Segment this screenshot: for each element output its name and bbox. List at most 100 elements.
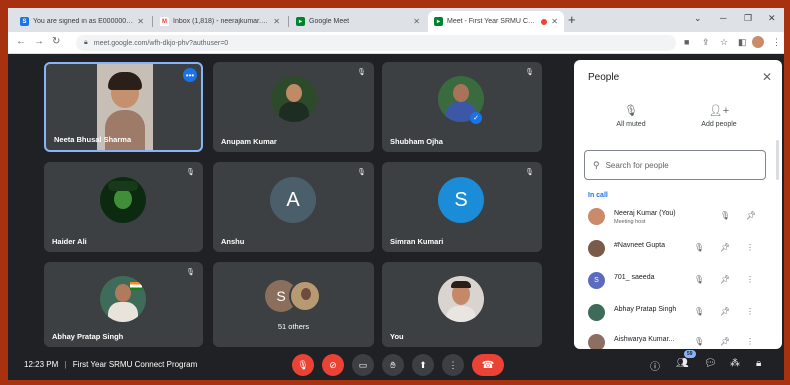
- participant-row[interactable]: Abhay Pratap Singh 🎙︎ 📌︎ ⋮: [574, 302, 782, 324]
- lock-icon: 🔒︎: [84, 39, 88, 46]
- participant-tile[interactable]: 🎙︎ Abhay Pratap Singh: [44, 262, 203, 347]
- chat-icon[interactable]: 💬︎: [704, 358, 717, 369]
- people-panel: People ✕ 🎙︎ All muted 👤︎+ Add people ⚲ S…: [574, 60, 782, 349]
- pin-icon[interactable]: 📌︎: [720, 337, 730, 346]
- add-person-icon: 👤︎+: [708, 105, 730, 117]
- others-tile[interactable]: S 51 others: [213, 262, 374, 347]
- tab-google-meet[interactable]: ▸ Google Meet ✕: [290, 11, 426, 32]
- avatar: [588, 304, 605, 321]
- kebab-menu-icon[interactable]: ⋮: [746, 275, 754, 284]
- participant-row[interactable]: Aishwarya Kumar... 🎙︎ 📌︎ ⋮: [574, 332, 782, 349]
- scrollbar[interactable]: [776, 140, 779, 180]
- kebab-menu-icon[interactable]: ⋮: [746, 243, 754, 252]
- meet-icon: ▸: [434, 17, 443, 26]
- close-tab-icon[interactable]: ✕: [273, 17, 280, 26]
- people-icon[interactable]: 👥︎: [676, 358, 689, 369]
- avatar: [588, 208, 605, 225]
- avatar: S: [588, 272, 605, 289]
- participant-row[interactable]: S 701_ saeeda 🎙︎ 📌︎ ⋮: [574, 270, 782, 292]
- recording-dot-icon: [541, 18, 548, 25]
- more-options-icon[interactable]: •••: [183, 68, 197, 82]
- search-input[interactable]: ⚲ Search for people: [584, 150, 766, 180]
- meeting-stage: ••• Neeta Bhusal Sharma 🎙︎ Anupam Kumar …: [8, 54, 784, 349]
- mic-off-icon[interactable]: 🎙︎: [694, 243, 704, 252]
- mic-off-icon: 🎙︎: [624, 105, 638, 117]
- close-tab-icon[interactable]: ✕: [413, 17, 420, 26]
- self-tile[interactable]: You: [382, 262, 542, 347]
- kebab-menu-icon[interactable]: ⋮: [772, 37, 781, 48]
- tab-divider: [152, 16, 153, 27]
- host-controls-icon[interactable]: 🔒︎: [756, 358, 761, 369]
- tab-signed-in[interactable]: S You are signed in as E0000002511 ✕: [14, 11, 150, 32]
- close-window-icon[interactable]: ✕: [768, 13, 776, 24]
- maximize-icon[interactable]: ❐: [744, 13, 752, 24]
- tab-meet-active[interactable]: ▸ Meet - First Year SRMU Con... ✕: [428, 11, 564, 32]
- participant-row[interactable]: Neeraj Kumar (You) Meeting host 🎙︎ 📌︎: [574, 206, 782, 228]
- avatar: [438, 276, 484, 322]
- participant-tile[interactable]: 🎙︎ S Simran Kumari: [382, 162, 542, 252]
- participant-tile[interactable]: 🎙︎ Anupam Kumar: [213, 62, 374, 152]
- sidepanel-icon[interactable]: ◧: [738, 37, 747, 48]
- camera-status-icon[interactable]: ■: [684, 37, 689, 47]
- meet-icon: ▸: [296, 17, 305, 26]
- mic-off-icon[interactable]: 🎙︎: [694, 275, 704, 284]
- close-tab-icon[interactable]: ✕: [551, 17, 558, 26]
- forward-icon[interactable]: →: [34, 36, 44, 47]
- add-people-button[interactable]: 👤︎+ Add people: [684, 104, 754, 128]
- camera-toggle-button[interactable]: ⊘: [322, 354, 344, 376]
- mic-toggle-button[interactable]: 🎙︎: [292, 354, 314, 376]
- participant-tile[interactable]: ••• Neeta Bhusal Sharma: [44, 62, 203, 152]
- mic-off-icon: 🎙︎: [186, 269, 195, 276]
- share-icon[interactable]: ⇪: [702, 37, 710, 48]
- raise-hand-button[interactable]: ✋︎: [382, 354, 404, 376]
- mic-off-icon: 🎙︎: [357, 169, 366, 176]
- mic-off-icon: 🎙︎: [525, 69, 534, 76]
- captions-button[interactable]: ▭: [352, 354, 374, 376]
- pin-icon[interactable]: 📌︎: [746, 211, 756, 220]
- participant-tile[interactable]: 🎙︎ Haider Ali: [44, 162, 203, 252]
- tab-search-icon[interactable]: ⌄: [694, 13, 702, 24]
- more-options-button[interactable]: ⋮: [442, 354, 464, 376]
- mic-off-icon[interactable]: 🎙︎: [720, 211, 730, 220]
- tab-divider: [288, 16, 289, 27]
- new-tab-icon[interactable]: +: [568, 12, 576, 28]
- pin-icon[interactable]: 📌︎: [720, 243, 730, 252]
- kebab-menu-icon[interactable]: ⋮: [746, 307, 754, 316]
- leave-call-button[interactable]: ☎: [472, 354, 504, 376]
- tab-strip: S You are signed in as E0000002511 ✕ M I…: [8, 8, 784, 32]
- avatar: [588, 240, 605, 257]
- mic-off-icon[interactable]: 🎙︎: [694, 307, 704, 316]
- participant-row[interactable]: #Navneet Gupta 🎙︎ 📌︎ ⋮: [574, 238, 782, 260]
- gmail-icon: M: [160, 17, 169, 26]
- pin-icon[interactable]: 📌︎: [720, 307, 730, 316]
- activities-icon[interactable]: ⁂: [730, 358, 740, 369]
- mic-off-icon[interactable]: 🎙︎: [694, 337, 704, 346]
- bookmark-star-icon[interactable]: ☆: [720, 37, 728, 48]
- pin-icon[interactable]: 📌︎: [720, 275, 730, 284]
- info-icon[interactable]: ⓘ: [650, 358, 660, 373]
- url-field[interactable]: 🔒︎ meet.google.com/wfh-dkjo-phv?authuser…: [76, 35, 676, 51]
- tab-gmail[interactable]: M Inbox (1,818) - neerajkumar.cs01@ ✕: [154, 11, 286, 32]
- present-button[interactable]: ⬆: [412, 354, 434, 376]
- back-icon[interactable]: ←: [16, 36, 26, 47]
- avatar: [271, 76, 317, 122]
- mic-off-icon: 🎙︎: [525, 169, 534, 176]
- address-bar: ← → ↻ 🔒︎ meet.google.com/wfh-dkjo-phv?au…: [8, 32, 784, 54]
- avatar: S: [438, 177, 484, 223]
- search-icon: ⚲: [593, 159, 600, 170]
- panel-title: People: [588, 72, 620, 83]
- people-count-badge: 59: [684, 350, 696, 358]
- close-icon[interactable]: ✕: [762, 70, 772, 84]
- avatar: [588, 334, 605, 349]
- reload-icon[interactable]: ↻: [52, 36, 60, 47]
- kebab-menu-icon[interactable]: ⋮: [746, 337, 754, 346]
- mic-off-icon: 🎙︎: [357, 69, 366, 76]
- all-muted-button[interactable]: 🎙︎ All muted: [596, 104, 666, 128]
- participant-tile[interactable]: 🎙︎ ✓ Shubham Ojha: [382, 62, 542, 152]
- avatar: [100, 177, 146, 223]
- minimize-icon[interactable]: ─: [720, 13, 726, 23]
- close-tab-icon[interactable]: ✕: [137, 17, 144, 26]
- profile-avatar[interactable]: [752, 36, 764, 48]
- s-app-icon: S: [20, 17, 29, 26]
- participant-tile[interactable]: 🎙︎ A Anshu: [213, 162, 374, 252]
